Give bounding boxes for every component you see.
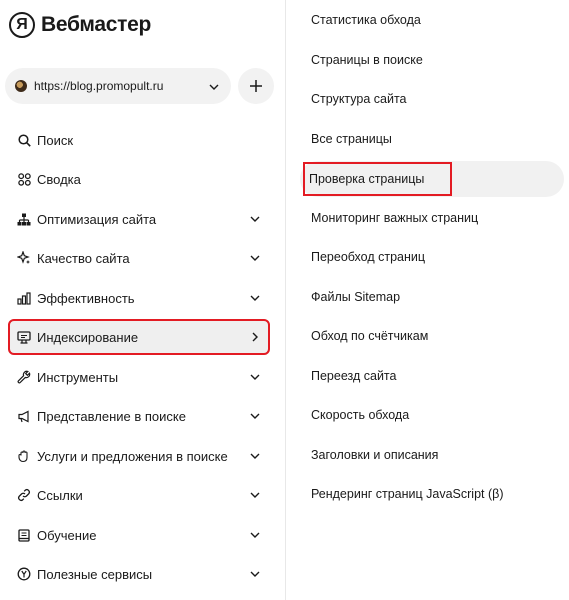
chevron-down-icon bbox=[249, 489, 261, 501]
sidebar-item-label: Сводка bbox=[37, 171, 81, 187]
chevron-down-icon bbox=[249, 371, 261, 383]
sidebar-item-indexing[interactable]: Индексирование bbox=[8, 319, 270, 355]
site-favicon-icon bbox=[15, 80, 27, 92]
submenu-item-site-move[interactable]: Переезд сайта bbox=[286, 358, 396, 394]
sitemap-icon bbox=[17, 212, 31, 226]
submenu-item-crawl-by-counters[interactable]: Обход по счётчикам bbox=[286, 318, 428, 354]
submenu-item-recrawl[interactable]: Переобход страниц bbox=[286, 239, 425, 275]
submenu-item-titles-descriptions[interactable]: Заголовки и описания bbox=[286, 437, 438, 473]
hand-icon bbox=[17, 449, 31, 463]
site-url: https://blog.promopult.ru bbox=[34, 79, 164, 93]
sidebar-item-label: Ссылки bbox=[37, 487, 83, 503]
link-icon bbox=[17, 488, 31, 502]
chevron-down-icon bbox=[249, 252, 261, 264]
sidebar-item-search[interactable]: Поиск bbox=[8, 122, 270, 158]
sidebar-item-search-appearance[interactable]: Представление в поиске bbox=[8, 398, 270, 434]
sidebar-item-links[interactable]: Ссылки bbox=[8, 477, 270, 513]
sidebar-item-label: Инструменты bbox=[37, 369, 119, 385]
submenu-item-crawl-speed[interactable]: Скорость обхода bbox=[286, 397, 409, 433]
monitor-icon bbox=[17, 330, 31, 344]
submenu-item-sitemap-files[interactable]: Файлы Sitemap bbox=[286, 279, 400, 315]
sidebar-item-label: Обучение bbox=[37, 527, 97, 543]
app-title: Вебмастер bbox=[41, 13, 151, 36]
chevron-down-icon bbox=[249, 568, 261, 580]
sidebar-item-label: Индексирование bbox=[37, 329, 139, 345]
plus-icon bbox=[250, 80, 262, 92]
logo[interactable]: Я Вебмастер bbox=[9, 10, 151, 40]
sidebar-item-label: Оптимизация сайта bbox=[37, 211, 157, 227]
sidebar-item-label: Эффективность bbox=[37, 290, 135, 306]
search-icon bbox=[17, 133, 31, 147]
chevron-down-icon bbox=[249, 292, 261, 304]
submenu-item-site-structure[interactable]: Структура сайта bbox=[286, 81, 407, 117]
submenu-item-page-check[interactable]: Проверка страницы bbox=[300, 161, 564, 197]
yandex-logo-icon: Я bbox=[9, 12, 35, 38]
submenu-item-all-pages[interactable]: Все страницы bbox=[286, 121, 392, 157]
chevron-down-icon bbox=[249, 450, 261, 462]
book-icon bbox=[17, 528, 31, 542]
sidebar-item-label: Качество сайта bbox=[37, 250, 130, 266]
sidebar-item-services[interactable]: Услуги и предложения в поиске bbox=[8, 438, 270, 474]
sidebar-item-optimization[interactable]: Оптимизация сайта bbox=[8, 201, 270, 237]
sidebar-item-quality[interactable]: Качество сайта bbox=[8, 240, 270, 276]
sidebar: Я Вебмастер https://blog.promopult.ru По… bbox=[0, 0, 286, 600]
chevron-down-icon bbox=[249, 410, 261, 422]
sidebar-item-useful-services[interactable]: Полезные сервисы bbox=[8, 556, 270, 592]
add-site-button[interactable] bbox=[238, 68, 274, 104]
chevron-right-icon bbox=[249, 331, 261, 343]
site-selector[interactable]: https://blog.promopult.ru bbox=[5, 68, 231, 104]
megaphone-icon bbox=[17, 409, 31, 423]
sidebar-item-tools[interactable]: Инструменты bbox=[8, 359, 270, 395]
dashboard-icon bbox=[17, 172, 31, 186]
sidebar-item-label: Полезные сервисы bbox=[37, 566, 153, 582]
yandex-circle-icon bbox=[17, 567, 31, 581]
wrench-icon bbox=[17, 370, 31, 384]
submenu-item-pages-in-search[interactable]: Страницы в поиске bbox=[286, 42, 423, 78]
submenu-item-label: Проверка страницы bbox=[302, 162, 453, 196]
sidebar-item-label: Услуги и предложения в поиске bbox=[37, 448, 228, 464]
sidebar-item-summary[interactable]: Сводка bbox=[8, 161, 270, 197]
submenu-item-js-rendering[interactable]: Рендеринг страниц JavaScript (β) bbox=[286, 476, 504, 512]
indexing-submenu: Статистика обхода Страницы в поиске Стру… bbox=[286, 0, 569, 600]
sidebar-item-label: Представление в поиске bbox=[37, 408, 186, 424]
submenu-item-crawl-stats[interactable]: Статистика обхода bbox=[286, 2, 421, 38]
chevron-down-icon bbox=[249, 213, 261, 225]
sparkle-icon bbox=[17, 251, 31, 265]
sidebar-item-label: Поиск bbox=[37, 132, 74, 148]
bar-chart-icon bbox=[17, 291, 31, 305]
sidebar-item-efficiency[interactable]: Эффективность bbox=[8, 280, 270, 316]
submenu-item-important-pages[interactable]: Мониторинг важных страниц bbox=[286, 200, 478, 236]
chevron-down-icon bbox=[209, 77, 219, 95]
sidebar-item-learning[interactable]: Обучение bbox=[8, 517, 270, 553]
chevron-down-icon bbox=[249, 529, 261, 541]
